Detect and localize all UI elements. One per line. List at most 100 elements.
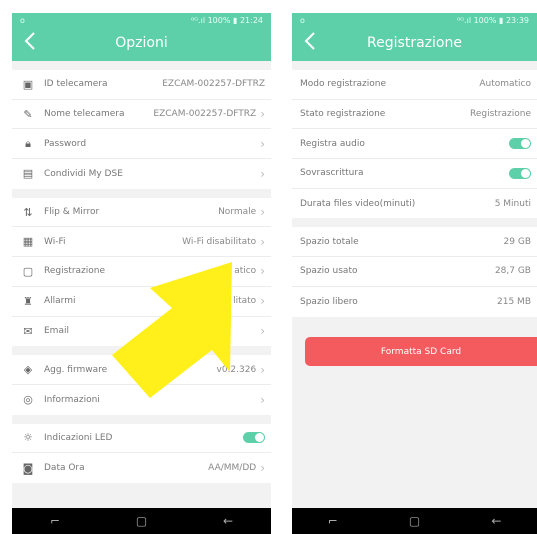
row-label: Spazio usato	[300, 266, 358, 277]
row-label: Registrazione	[44, 266, 106, 277]
share-icon: ▤	[22, 167, 34, 181]
settings-row[interactable]: ▣ ID telecamera EZCAM-002257-DFTRZ	[12, 70, 271, 100]
settings-group: Modo registrazione Automatico Stato regist…	[292, 70, 537, 219]
chevron-right-icon: ›	[260, 166, 265, 181]
camera-id-icon: ▣	[22, 77, 34, 91]
row-label: Durata files video(minuti)	[300, 198, 416, 209]
home-nav-icon[interactable]: ▢	[409, 514, 420, 528]
toggle-switch[interactable]	[243, 432, 265, 444]
status-left: o	[20, 15, 25, 25]
status-right: ⁰ᴳ.ıl 100% ▮ 23:39	[456, 15, 529, 25]
wifi-icon: ▦	[22, 235, 34, 249]
settings-row[interactable]: ▤ Condividi My DSE ›	[12, 159, 271, 189]
chevron-right-icon: ›	[260, 136, 265, 151]
settings-row[interactable]: ✎ Nome telecamera EZCAM-002257-DFTRZ ›	[12, 100, 271, 130]
status-bar: o ⁰ᴳ.ıl 100% ▮ 21:24	[12, 13, 271, 27]
chevron-right-icon: ›	[260, 362, 265, 377]
flip-icon: ⇅	[23, 205, 33, 219]
info-icon: ◎	[23, 393, 33, 407]
row-label: Allarmi	[44, 296, 76, 307]
settings-group: ⇅ Flip & Mirror Normale › ▦ Wi-Fi Wi-Fi disabi…	[12, 197, 271, 347]
settings-group: ◈ Agg. firmware v0.2.326 › ◎ Informazioni ›	[12, 355, 271, 415]
options-list: ▣ ID telecamera EZCAM-002257-DFTRZ ✎ Nome te…	[12, 70, 271, 483]
settings-row[interactable]: ⇅ Flip & Mirror Normale ›	[12, 198, 271, 228]
app-bar: o ⁰ᴳ.ıl 100% ▮ 21:24 Opzioni	[12, 13, 271, 61]
back-nav-icon[interactable]: ⌐	[328, 514, 338, 528]
settings-group: ▣ ID telecamera EZCAM-002257-DFTRZ ✎ Nome te…	[12, 70, 271, 189]
row-value: EZCAM-002257-DFTRZ	[153, 109, 257, 120]
row-label: Spazio totale	[300, 236, 359, 247]
page-title: Opzioni	[115, 35, 168, 51]
app-bar: o ⁰ᴳ.ıl 100% ▮ 23:39 Registrazione	[292, 13, 537, 61]
settings-row[interactable]: Spazio libero 215 MB	[292, 287, 537, 317]
row-value: 29 GB	[503, 236, 531, 247]
row-label: Stato registrazione	[300, 109, 386, 120]
recording-screen: o ⁰ᴳ.ıl 100% ▮ 23:39 Registrazione Modo …	[292, 13, 537, 534]
row-label: Modo registrazione	[300, 79, 387, 90]
row-value: Automatico	[479, 79, 531, 90]
lock-icon: 🔒︎	[25, 136, 31, 150]
alarm-icon: ♜	[23, 294, 33, 308]
toggle-switch[interactable]	[509, 138, 531, 150]
row-label: Agg. firmware	[44, 364, 108, 375]
chevron-right-icon: ›	[260, 461, 265, 476]
row-value: 28,7 GB	[494, 266, 531, 277]
clock-icon: ◙	[22, 461, 34, 475]
home-nav-icon[interactable]: ▢	[136, 514, 147, 528]
row-label: Email	[44, 326, 69, 337]
settings-row[interactable]: Spazio totale 29 GB	[292, 227, 537, 258]
row-value: EZCAM-002257-DFTRZ	[162, 79, 265, 90]
settings-row[interactable]: Registra audio	[292, 129, 537, 160]
email-icon: ✉	[23, 324, 33, 338]
settings-row[interactable]: ♜ Allarmi litato ›	[12, 287, 271, 317]
row-label: Sovrascrittura	[300, 168, 364, 179]
row-label: Nome telecamera	[44, 109, 125, 120]
row-value: atico	[234, 266, 257, 277]
settings-row[interactable]: ◙ Data Ora AA/MM/DD ›	[12, 453, 271, 483]
settings-row[interactable]: Stato registrazione Registrazione	[292, 100, 537, 130]
row-label: Indicazioni LED	[44, 432, 113, 443]
record-icon: ▢	[22, 264, 34, 278]
recent-nav-icon[interactable]: ←	[223, 514, 233, 528]
settings-row[interactable]: ☼ Indicazioni LED	[12, 424, 271, 454]
edit-icon: ✎	[23, 107, 33, 121]
row-label: Spazio libero	[300, 296, 358, 307]
settings-row[interactable]: Sovrascrittura	[292, 159, 537, 189]
back-nav-icon[interactable]: ⌐	[50, 514, 60, 528]
row-value: AA/MM/DD	[208, 463, 257, 474]
settings-row[interactable]: ◎ Informazioni ›	[12, 385, 271, 415]
chevron-right-icon: ›	[260, 294, 265, 309]
settings-row[interactable]: 🔒︎ Password ›	[12, 129, 271, 160]
format-sd-button[interactable]: Formatta SD Card	[305, 337, 537, 366]
led-icon: ☼	[23, 431, 33, 445]
options-screen: o ⁰ᴳ.ıl 100% ▮ 21:24 Opzioni ▣ ID telecam…	[12, 13, 271, 534]
chevron-right-icon: ›	[260, 392, 265, 407]
settings-row[interactable]: ▦ Wi-Fi Wi-Fi disabilitato ›	[12, 227, 271, 258]
recent-nav-icon[interactable]: ←	[491, 514, 501, 528]
firmware-icon: ◈	[23, 363, 33, 377]
chevron-right-icon: ›	[260, 324, 265, 339]
row-label: Password	[44, 138, 87, 149]
status-left: o	[300, 15, 305, 25]
chevron-right-icon: ›	[260, 205, 265, 220]
row-label: Informazioni	[44, 394, 100, 405]
settings-row[interactable]: ◈ Agg. firmware v0.2.326 ›	[12, 355, 271, 385]
settings-row[interactable]: Modo registrazione Automatico	[292, 70, 537, 100]
chevron-right-icon: ›	[260, 234, 265, 249]
settings-row[interactable]: ✉ Email ›	[12, 317, 271, 347]
row-label: Wi-Fi	[44, 236, 66, 247]
toggle-switch[interactable]	[509, 167, 531, 179]
chevron-right-icon: ›	[260, 107, 265, 122]
row-value: Registrazione	[469, 109, 531, 120]
settings-group: Spazio totale 29 GB Spazio usato 28,7 GB Spa…	[292, 227, 537, 317]
android-nav-bar: ⌐ ▢ ←	[12, 508, 271, 534]
settings-row[interactable]: ▢ Registrazione atico ›	[12, 257, 271, 287]
row-label: Condividi My DSE	[44, 168, 123, 179]
settings-row[interactable]: Spazio usato 28,7 GB	[292, 257, 537, 287]
android-nav-bar: ⌐ ▢ ←	[292, 508, 537, 534]
row-value: v0.2.326	[216, 364, 257, 375]
settings-row[interactable]: Durata files video(minuti) 5 Minuti	[292, 189, 537, 219]
row-value: 5 Minuti	[494, 198, 531, 209]
row-label: Data Ora	[44, 463, 85, 474]
page-title: Registrazione	[367, 35, 462, 51]
